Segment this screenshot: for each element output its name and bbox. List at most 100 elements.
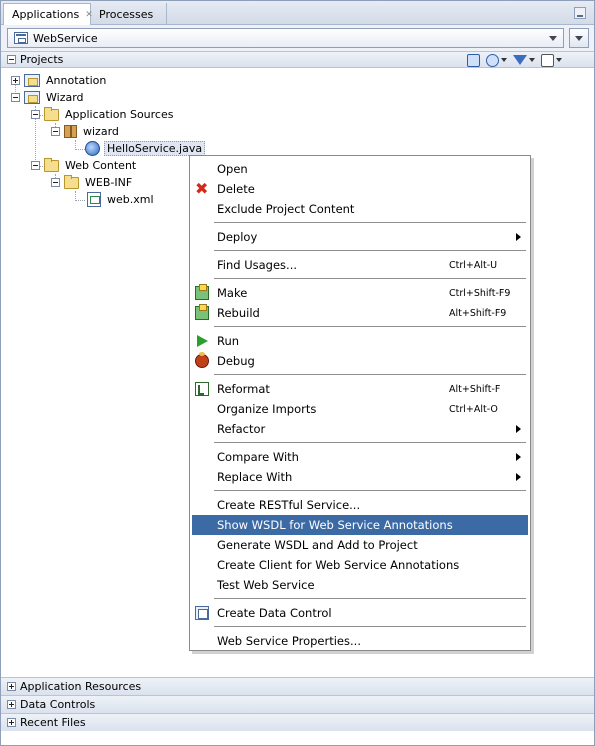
menu-item-delete[interactable]: ✖ Delete [192, 179, 528, 199]
menu-item-exclude-project-content[interactable]: Exclude Project Content [192, 199, 528, 219]
menu-item-label: Create Client for Web Service Annotation… [217, 558, 460, 572]
find-tool-button[interactable] [467, 53, 480, 67]
tree-connector [75, 200, 85, 201]
collapse-icon[interactable] [11, 93, 20, 102]
package-icon [64, 125, 77, 138]
menu-item-label: Make [217, 286, 248, 300]
menu-item-web-service-properties[interactable]: Web Service Properties... [192, 631, 528, 651]
menu-item-shortcut: Ctrl+Alt-O [449, 403, 498, 415]
tree-node-application-sources[interactable]: Application Sources [31, 106, 175, 123]
projects-toolbar [467, 53, 562, 67]
tree-node-wizard-package[interactable]: wizard [51, 123, 121, 140]
tree-node-web-inf[interactable]: WEB-INF [51, 174, 134, 191]
data-control-icon [195, 606, 209, 620]
menu-item-label: Show WSDL for Web Service Annotations [217, 518, 453, 532]
menu-item-label: Create RESTful Service... [217, 498, 361, 512]
tree-node-wizard[interactable]: Wizard [11, 89, 86, 106]
submenu-arrow-icon [516, 473, 521, 481]
menu-item-label: Create Data Control [217, 606, 332, 620]
menu-item-refactor[interactable]: Refactor [192, 419, 528, 439]
menu-item-label: Open [217, 162, 248, 176]
menu-item-test-web-service[interactable]: Test Web Service [192, 575, 528, 595]
menu-separator [214, 250, 526, 251]
expand-icon[interactable] [11, 76, 20, 85]
tree-node-label: wizard [83, 125, 119, 138]
accordion-recent-files[interactable]: Recent Files [1, 713, 594, 731]
collapse-icon[interactable] [31, 110, 40, 119]
chevron-down-icon [501, 58, 507, 62]
chevron-down-icon [556, 58, 562, 62]
menu-item-label: Organize Imports [217, 402, 317, 416]
menu-item-show-wsdl[interactable]: Show WSDL for Web Service Annotations [192, 515, 528, 535]
tree-node-label: WEB-INF [85, 176, 133, 189]
filter-icon [513, 55, 527, 65]
chevron-down-icon [549, 36, 557, 41]
menu-item-find-usages[interactable]: Find Usages... Ctrl+Alt-U [192, 255, 528, 275]
menu-separator [214, 326, 526, 327]
tree-node-label: HelloService.java [104, 141, 206, 156]
menu-item-label: Delete [217, 182, 255, 196]
menu-item-label: Find Usages... [217, 258, 298, 272]
menu-item-generate-wsdl[interactable]: Generate WSDL and Add to Project [192, 535, 528, 555]
menu-item-reformat[interactable]: Reformat Alt+Shift-F [192, 379, 528, 399]
application-icon [14, 32, 28, 44]
menu-item-organize-imports[interactable]: Organize Imports Ctrl+Alt-O [192, 399, 528, 419]
tree-connector [75, 149, 85, 150]
menu-item-open[interactable]: Open [192, 159, 528, 179]
accordion-label: Data Controls [20, 698, 96, 711]
menu-separator [214, 222, 526, 223]
tree-node-hello-service[interactable]: HelloService.java [85, 140, 206, 157]
tab-processes[interactable]: Processes [91, 3, 167, 25]
tree-node-annotation[interactable]: Annotation [11, 72, 108, 89]
menu-item-make[interactable]: Make Ctrl+Shift-F9 [192, 283, 528, 303]
collapse-icon[interactable] [51, 178, 60, 187]
tab-applications[interactable]: Applications ✕ [3, 3, 93, 25]
menu-item-create-restful-service[interactable]: Create RESTful Service... [192, 495, 528, 515]
filter-tool-button[interactable] [513, 53, 535, 67]
menu-item-label: Test Web Service [217, 578, 315, 592]
menu-item-debug[interactable]: Debug [192, 351, 528, 371]
menu-item-label: Run [217, 334, 240, 348]
application-select[interactable]: WebService [7, 28, 564, 48]
menu-item-run[interactable]: Run [192, 331, 528, 351]
web-service-icon [85, 141, 100, 156]
menu-separator [214, 490, 526, 491]
folder-icon [44, 157, 59, 172]
expand-icon[interactable] [7, 718, 16, 727]
menu-item-rebuild[interactable]: Rebuild Alt+Shift-F9 [192, 303, 528, 323]
collapse-icon[interactable] [51, 127, 60, 136]
menu-item-compare-with[interactable]: Compare With [192, 447, 528, 467]
projects-panel-header[interactable]: Projects [1, 51, 594, 68]
expand-icon[interactable] [7, 682, 16, 691]
menu-item-replace-with[interactable]: Replace With [192, 467, 528, 487]
menu-item-create-client[interactable]: Create Client for Web Service Annotation… [192, 555, 528, 575]
sync-icon [486, 53, 499, 67]
menu-separator [214, 442, 526, 443]
menu-item-deploy[interactable]: Deploy [192, 227, 528, 247]
projects-header-label: Projects [20, 53, 64, 66]
context-menu: Open ✖ Delete Exclude Project Content De… [189, 155, 531, 651]
delete-icon: ✖ [195, 179, 209, 198]
make-icon [195, 284, 209, 300]
expand-icon[interactable] [7, 700, 16, 709]
accordion-data-controls[interactable]: Data Controls [1, 695, 594, 713]
menu-item-shortcut: Alt+Shift-F [449, 383, 501, 395]
tree-node-label: web.xml [107, 193, 154, 206]
view-options-button[interactable] [541, 53, 562, 67]
xml-file-icon [87, 192, 101, 207]
folder-icon [44, 106, 59, 121]
run-icon [197, 335, 208, 347]
menu-separator [214, 374, 526, 375]
accordion-application-resources[interactable]: Application Resources [1, 677, 594, 695]
search-icon [467, 53, 480, 67]
list-options-icon [541, 53, 554, 67]
menu-separator [214, 626, 526, 627]
collapse-icon[interactable] [7, 55, 16, 64]
menu-item-create-data-control[interactable]: Create Data Control [192, 603, 528, 623]
collapse-icon[interactable] [31, 161, 40, 170]
minimize-icon[interactable] [574, 7, 586, 19]
application-menu-button[interactable] [569, 28, 589, 48]
tree-node-web-content[interactable]: Web Content [31, 157, 138, 174]
tree-node-web-xml[interactable]: web.xml [87, 191, 156, 208]
sync-tool-button[interactable] [486, 53, 507, 67]
